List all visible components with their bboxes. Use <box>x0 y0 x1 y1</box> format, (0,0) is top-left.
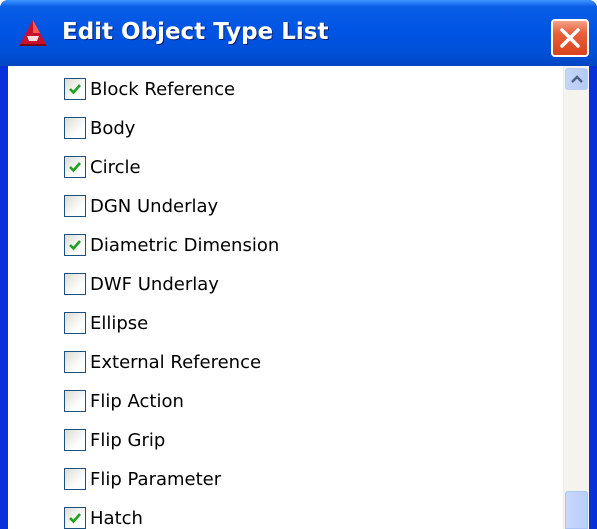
checkbox[interactable] <box>64 507 86 529</box>
item-label: Circle <box>90 156 141 178</box>
list-item[interactable]: Body <box>64 115 135 141</box>
list-item[interactable]: External Reference <box>64 349 261 375</box>
item-label: External Reference <box>90 351 262 373</box>
item-label: Body <box>90 117 136 139</box>
item-label: DWF Underlay <box>90 273 219 295</box>
checkbox[interactable] <box>64 351 86 373</box>
window-title: Edit Object Type List <box>62 19 329 45</box>
checkbox[interactable] <box>64 468 86 490</box>
list-item[interactable]: Flip Grip <box>64 427 165 453</box>
checkbox[interactable] <box>64 234 86 256</box>
autocad-logo-icon <box>18 19 48 47</box>
item-label: Hatch <box>90 507 143 529</box>
list-item[interactable]: Hatch <box>64 505 143 529</box>
item-label: DGN Underlay <box>90 195 219 217</box>
checkmark-icon <box>69 513 81 524</box>
checkbox[interactable] <box>64 312 86 334</box>
checkbox[interactable] <box>64 429 86 451</box>
checkbox[interactable] <box>64 117 86 139</box>
list-item[interactable]: DWF Underlay <box>64 271 219 297</box>
item-label: Ellipse <box>90 312 149 334</box>
item-label: Flip Parameter <box>90 468 222 490</box>
window-frame-left <box>0 66 8 529</box>
vertical-scrollbar[interactable] <box>563 66 589 529</box>
item-label: Flip Grip <box>90 429 166 451</box>
scroll-up-button[interactable] <box>565 68 588 90</box>
checkbox[interactable] <box>64 195 86 217</box>
dialog-window: Edit Object Type List Block Reference Bod… <box>0 0 597 529</box>
object-type-list: Block Reference Body Circle DGN Underlay Dia… <box>8 66 589 529</box>
item-label: Flip Action <box>90 390 184 412</box>
checkbox[interactable] <box>64 273 86 295</box>
list-item[interactable]: Diametric Dimension <box>64 232 279 258</box>
list-item[interactable]: DGN Underlay <box>64 193 218 219</box>
list-item[interactable]: Ellipse <box>64 310 148 336</box>
checkmark-icon <box>69 240 81 251</box>
checkmark-icon <box>69 84 81 95</box>
list-item[interactable]: Flip Parameter <box>64 466 221 492</box>
item-label: Diametric Dimension <box>90 234 280 256</box>
list-item[interactable]: Block Reference <box>64 76 235 102</box>
close-button[interactable] <box>551 19 589 57</box>
checkbox[interactable] <box>64 78 86 100</box>
list-item[interactable]: Flip Action <box>64 388 184 414</box>
checkbox[interactable] <box>64 156 86 178</box>
title-bar[interactable]: Edit Object Type List <box>0 0 597 66</box>
window-frame-right <box>589 66 597 529</box>
list-item[interactable]: Circle <box>64 154 141 180</box>
scroll-thumb[interactable] <box>565 491 588 529</box>
checkmark-icon <box>69 162 81 173</box>
item-label: Block Reference <box>90 78 236 100</box>
checkbox[interactable] <box>64 390 86 412</box>
